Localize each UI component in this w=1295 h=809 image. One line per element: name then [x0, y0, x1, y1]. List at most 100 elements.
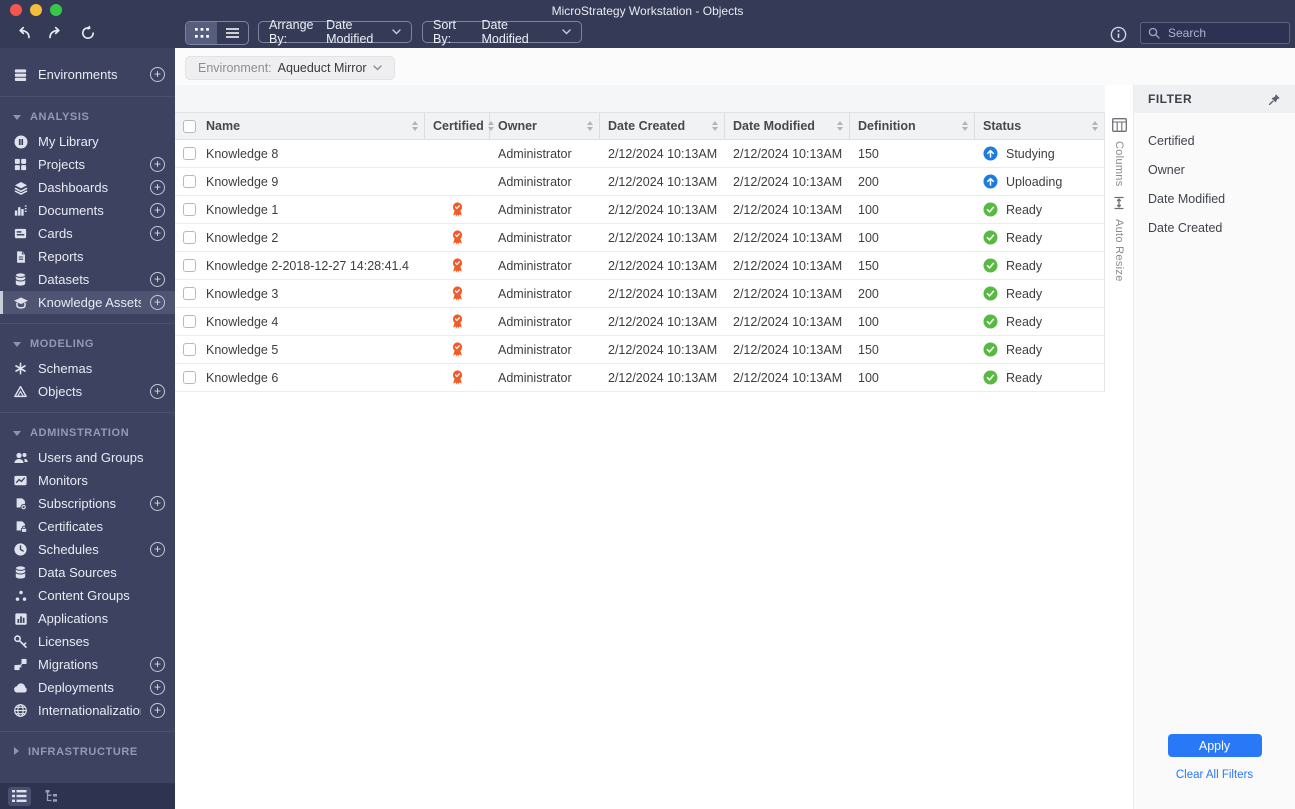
- add-button[interactable]: +: [150, 272, 165, 287]
- row-checkbox[interactable]: [183, 287, 196, 300]
- forward-button[interactable]: [44, 23, 67, 42]
- sidebar-item-deployments[interactable]: Deployments +: [0, 676, 175, 699]
- pin-button[interactable]: [1268, 93, 1281, 106]
- add-button[interactable]: +: [150, 496, 165, 511]
- sort-by-dropdown[interactable]: Sort By: Date Modified: [422, 18, 582, 46]
- filter-item-certified[interactable]: Certified: [1134, 126, 1295, 155]
- row-checkbox[interactable]: [183, 203, 196, 216]
- row-checkbox[interactable]: [183, 343, 196, 356]
- tree-view-button[interactable]: [40, 787, 63, 806]
- table-row[interactable]: Knowledge 8 Administrator 2/12/2024 10:13A…: [175, 139, 1104, 168]
- sidebar-item-licenses[interactable]: Licenses: [0, 630, 175, 653]
- select-all-checkbox[interactable]: [183, 119, 196, 133]
- sidebar-item-documents[interactable]: Documents +: [0, 199, 175, 222]
- refresh-button[interactable]: [76, 23, 99, 42]
- clear-all-filters-link[interactable]: Clear All Filters: [1134, 769, 1295, 781]
- filter-item-date-modified[interactable]: Date Modified: [1134, 184, 1295, 213]
- sidebar-item-internationalization[interactable]: Internationalization +: [0, 699, 175, 722]
- sort-icon[interactable]: [833, 121, 843, 131]
- sidebar-item-label: Deployments: [38, 680, 114, 695]
- grid-view-button[interactable]: [186, 22, 217, 44]
- add-button[interactable]: +: [150, 180, 165, 195]
- row-checkbox[interactable]: [183, 147, 196, 160]
- sort-icon[interactable]: [408, 121, 418, 131]
- add-button[interactable]: +: [150, 203, 165, 218]
- table-row[interactable]: Knowledge 9 Administrator 2/12/2024 10:13A…: [175, 167, 1104, 196]
- column-header-date-created[interactable]: Date Created: [600, 113, 725, 140]
- column-header-date-modified[interactable]: Date Modified: [725, 113, 850, 140]
- filter-item-label: Certified: [1148, 133, 1195, 148]
- add-button[interactable]: +: [150, 680, 165, 695]
- sidebar-item-dashboards[interactable]: Dashboards +: [0, 176, 175, 199]
- sidebar-item-schedules[interactable]: Schedules +: [0, 538, 175, 561]
- sidebar-item-users-and-groups[interactable]: Users and Groups: [0, 446, 175, 469]
- add-button[interactable]: +: [150, 384, 165, 399]
- table-row[interactable]: Knowledge 1 Administrator 2/12/2024 10:13A…: [175, 195, 1104, 224]
- column-header-label: Owner: [498, 119, 537, 133]
- info-button[interactable]: [1110, 26, 1127, 43]
- search-input[interactable]: [1166, 25, 1282, 41]
- row-checkbox[interactable]: [183, 175, 196, 188]
- add-button[interactable]: +: [150, 66, 165, 82]
- sidebar-section-adminstration[interactable]: ADMINSTRATION: [0, 422, 175, 444]
- sidebar-item-datasets[interactable]: Datasets +: [0, 268, 175, 291]
- sort-icon[interactable]: [583, 121, 593, 131]
- filter-item-date-created[interactable]: Date Created: [1134, 213, 1295, 242]
- sidebar-item-content-groups[interactable]: Content Groups: [0, 584, 175, 607]
- environment-dropdown[interactable]: Environment: Aqueduct Mirror: [185, 56, 395, 80]
- sidebar-section-infrastructure[interactable]: INFRASTRUCTURE: [0, 741, 175, 763]
- flat-list-view-button[interactable]: [8, 786, 31, 806]
- sort-icon[interactable]: [958, 121, 968, 131]
- table-row[interactable]: Knowledge 2 Administrator 2/12/2024 10:13A…: [175, 223, 1104, 252]
- auto-resize-label[interactable]: Auto Resize: [1113, 219, 1125, 282]
- columns-label[interactable]: Columns: [1113, 141, 1125, 187]
- row-checkbox[interactable]: [183, 231, 196, 244]
- sidebar-section-modeling[interactable]: MODELING: [0, 333, 175, 355]
- table-row[interactable]: Knowledge 3 Administrator 2/12/2024 10:13A…: [175, 279, 1104, 308]
- sidebar-section-analysis[interactable]: ANALYSIS: [0, 106, 175, 128]
- cell-name: Knowledge 4: [175, 307, 425, 336]
- table-row[interactable]: Knowledge 5 Administrator 2/12/2024 10:13A…: [175, 335, 1104, 364]
- sidebar-item-subscriptions[interactable]: Subscriptions +: [0, 492, 175, 515]
- sidebar-item-environments[interactable]: Environments +: [0, 61, 175, 87]
- sidebar-item-monitors[interactable]: Monitors: [0, 469, 175, 492]
- sidebar-item-certificates[interactable]: Certificates: [0, 515, 175, 538]
- filter-item-owner[interactable]: Owner: [1134, 155, 1295, 184]
- sidebar-item-objects[interactable]: Objects +: [0, 380, 175, 403]
- columns-button[interactable]: [1111, 118, 1127, 132]
- back-button[interactable]: [12, 23, 35, 42]
- auto-resize-button[interactable]: [1112, 196, 1126, 210]
- table-row[interactable]: Knowledge 2-2018-12-27 14:28:41.4 Adminis…: [175, 251, 1104, 280]
- table-row[interactable]: Knowledge 4 Administrator 2/12/2024 10:13A…: [175, 307, 1104, 336]
- row-checkbox[interactable]: [183, 315, 196, 328]
- column-header-status[interactable]: Status: [975, 113, 1104, 140]
- sidebar-item-reports[interactable]: Reports: [0, 245, 175, 268]
- sidebar-item-projects[interactable]: Projects +: [0, 153, 175, 176]
- add-button[interactable]: +: [150, 226, 165, 241]
- arrange-by-dropdown[interactable]: Arrange By: Date Modified: [258, 18, 412, 46]
- sidebar-item-cards[interactable]: Cards +: [0, 222, 175, 245]
- add-button[interactable]: +: [150, 157, 165, 172]
- sidebar-item-my-library[interactable]: My Library: [0, 130, 175, 153]
- add-button[interactable]: +: [150, 542, 165, 557]
- sort-icon[interactable]: [708, 121, 718, 131]
- add-button[interactable]: +: [150, 703, 165, 718]
- sort-icon[interactable]: [1088, 121, 1098, 131]
- sidebar-item-applications[interactable]: Applications: [0, 607, 175, 630]
- add-button[interactable]: +: [150, 295, 165, 310]
- apply-button[interactable]: Apply: [1167, 734, 1262, 757]
- row-checkbox[interactable]: [183, 259, 196, 272]
- column-header-certified[interactable]: Certified: [425, 113, 494, 140]
- column-header-owner[interactable]: Owner: [490, 113, 600, 140]
- sidebar-item-knowledge-assets[interactable]: Knowledge Assets +: [0, 291, 175, 314]
- column-header-name[interactable]: Name: [175, 113, 425, 140]
- sort-icon[interactable]: [484, 121, 494, 131]
- sidebar-item-schemas[interactable]: Schemas: [0, 357, 175, 380]
- list-view-button[interactable]: [217, 22, 248, 44]
- table-row[interactable]: Knowledge 6 Administrator 2/12/2024 10:13A…: [175, 363, 1104, 392]
- column-header-definition[interactable]: Definition: [850, 113, 975, 140]
- row-checkbox[interactable]: [183, 371, 196, 384]
- add-button[interactable]: +: [150, 657, 165, 672]
- sidebar-item-migrations[interactable]: Migrations +: [0, 653, 175, 676]
- sidebar-item-data-sources[interactable]: Data Sources: [0, 561, 175, 584]
